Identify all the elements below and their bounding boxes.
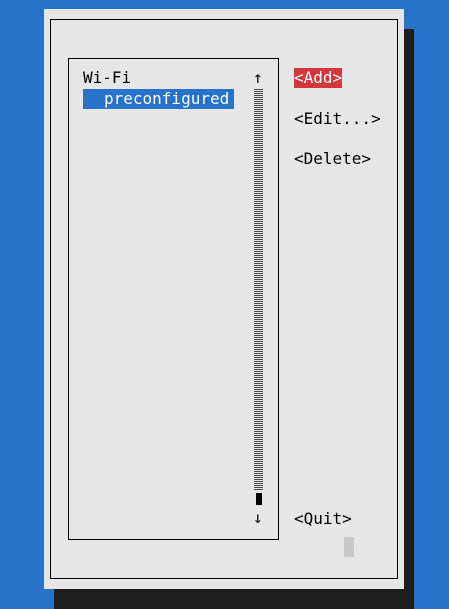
scroll-up-icon[interactable]: ↑ [253, 68, 263, 88]
scrollbar-thumb[interactable] [256, 493, 262, 505]
list-item-preconfigured[interactable]: preconfigured [83, 89, 234, 109]
scrollbar-track[interactable] [254, 89, 263, 490]
add-button[interactable]: <Add> [294, 68, 343, 88]
quit-button[interactable]: <Quit> [294, 509, 352, 529]
terminal-cursor [344, 537, 354, 557]
list-group-label: Wi-Fi [83, 68, 132, 87]
connection-list[interactable] [68, 58, 279, 540]
delete-button[interactable]: <Delete> [294, 149, 371, 169]
scroll-down-icon[interactable]: ↓ [253, 508, 263, 528]
connection-dialog: Wi-Fi preconfigured ↑ ↓ <Add> <Edit...> … [44, 9, 404, 589]
edit-button[interactable]: <Edit...> [294, 109, 381, 129]
